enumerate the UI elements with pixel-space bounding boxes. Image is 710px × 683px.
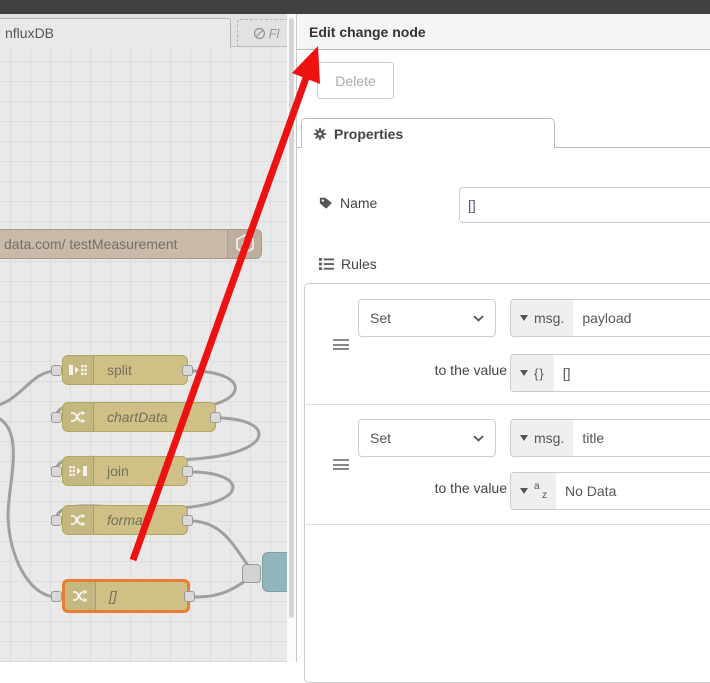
name-label: Name — [340, 195, 378, 211]
node-port[interactable] — [182, 466, 193, 477]
property-type-button[interactable]: msg. — [511, 420, 574, 456]
workspace-tab-bar: nfluxDB Fl — [0, 14, 287, 48]
caret-down-icon — [520, 488, 528, 494]
tray-header: Edit change node — [297, 14, 710, 50]
rule-action-select[interactable]: Set — [358, 299, 496, 337]
edit-tray: Edit change node Delete Properties Name — [296, 14, 710, 683]
node-label: [] — [109, 588, 117, 604]
list-icon — [319, 257, 334, 271]
rules-list: Set msg. payload to the value {} [] Set … — [304, 283, 710, 683]
rule-action-select[interactable]: Set — [358, 419, 496, 457]
split-icon — [63, 356, 94, 384]
caret-down-icon — [520, 370, 528, 376]
rule-action-value: Set — [370, 430, 392, 446]
name-input[interactable] — [459, 187, 710, 223]
change-icon — [63, 506, 94, 534]
msg-prefix: msg. — [534, 310, 565, 326]
disabled-flow-label: Fl — [268, 25, 280, 41]
node-split[interactable]: split — [62, 355, 188, 385]
chevron-down-icon — [473, 434, 484, 442]
rule-value[interactable]: No Data — [556, 473, 616, 509]
influxdb-icon — [227, 230, 261, 258]
node-label: format — [107, 512, 147, 528]
node-chart-teal[interactable] — [262, 552, 287, 592]
rule-property-input[interactable]: msg. title — [510, 419, 710, 457]
msg-prefix: msg. — [534, 430, 565, 446]
node-label: join — [107, 463, 129, 479]
node-port[interactable] — [242, 564, 261, 583]
node-label: split — [107, 362, 132, 378]
disabled-flow-icon — [253, 27, 265, 39]
join-icon — [63, 457, 94, 485]
chevron-down-icon — [473, 314, 484, 322]
node-port[interactable] — [51, 466, 62, 477]
node-port[interactable] — [182, 515, 193, 526]
node-label: chartData — [107, 409, 168, 425]
node-format[interactable]: format — [62, 505, 188, 535]
drag-handle-icon[interactable] — [333, 459, 349, 473]
property-value[interactable]: payload — [573, 300, 631, 336]
gear-icon — [313, 127, 327, 140]
node-chartdata[interactable]: chartData — [62, 402, 216, 432]
rule-divider — [306, 524, 710, 525]
to-the-value-label: to the value — [434, 480, 507, 496]
node-port[interactable] — [210, 412, 221, 423]
rules-label: Rules — [341, 256, 377, 272]
rule-value-input[interactable]: {} [] — [510, 354, 710, 392]
value-type-button[interactable]: {} — [511, 355, 554, 391]
properties-tab-label: Properties — [334, 125, 404, 142]
node-port[interactable] — [51, 365, 62, 376]
tab-properties[interactable]: Properties — [301, 118, 555, 148]
property-value[interactable]: title — [573, 420, 604, 456]
rule-value-input[interactable]: a z No Data — [510, 472, 710, 510]
change-icon — [63, 403, 94, 431]
change-icon — [65, 582, 96, 610]
caret-down-icon — [520, 435, 528, 441]
app-header-bar — [0, 0, 710, 14]
node-port[interactable] — [184, 591, 195, 602]
node-port[interactable] — [51, 412, 62, 423]
vertical-scrollbar[interactable] — [289, 18, 294, 618]
tag-icon — [319, 197, 332, 209]
value-type-button[interactable]: a z — [511, 473, 556, 509]
flow-workspace[interactable]: nfluxDB Fl data.com/ testMeasurement spl… — [0, 14, 287, 662]
node-port[interactable] — [51, 515, 62, 526]
node-port[interactable] — [182, 365, 193, 376]
node-join[interactable]: join — [62, 456, 188, 486]
string-type-icon: a z — [534, 481, 547, 501]
to-the-value-label: to the value — [434, 362, 507, 378]
tab-disabled-flow[interactable]: Fl — [237, 19, 287, 47]
rule-value[interactable]: [] — [554, 355, 571, 391]
node-brackets-selected[interactable]: [] — [62, 579, 190, 613]
node-port[interactable] — [51, 591, 62, 602]
drag-handle-icon[interactable] — [333, 339, 349, 353]
property-type-button[interactable]: msg. — [511, 300, 574, 336]
influxdb-node-label: data.com/ testMeasurement — [4, 236, 178, 252]
rule-property-input[interactable]: msg. payload — [510, 299, 710, 337]
tab-influxdb[interactable]: nfluxDB — [0, 18, 231, 48]
rules-label-row: Rules — [319, 256, 377, 272]
json-type-icon: {} — [534, 365, 545, 381]
tray-title: Edit change node — [309, 24, 426, 40]
rule-action-value: Set — [370, 310, 392, 326]
name-label-row: Name — [319, 195, 377, 211]
rule-divider — [306, 404, 710, 405]
influxdb-out-node[interactable]: data.com/ testMeasurement — [0, 229, 262, 259]
caret-down-icon — [520, 315, 528, 321]
delete-button[interactable]: Delete — [317, 62, 394, 99]
workspace-scrollbar-gutter — [287, 14, 296, 662]
